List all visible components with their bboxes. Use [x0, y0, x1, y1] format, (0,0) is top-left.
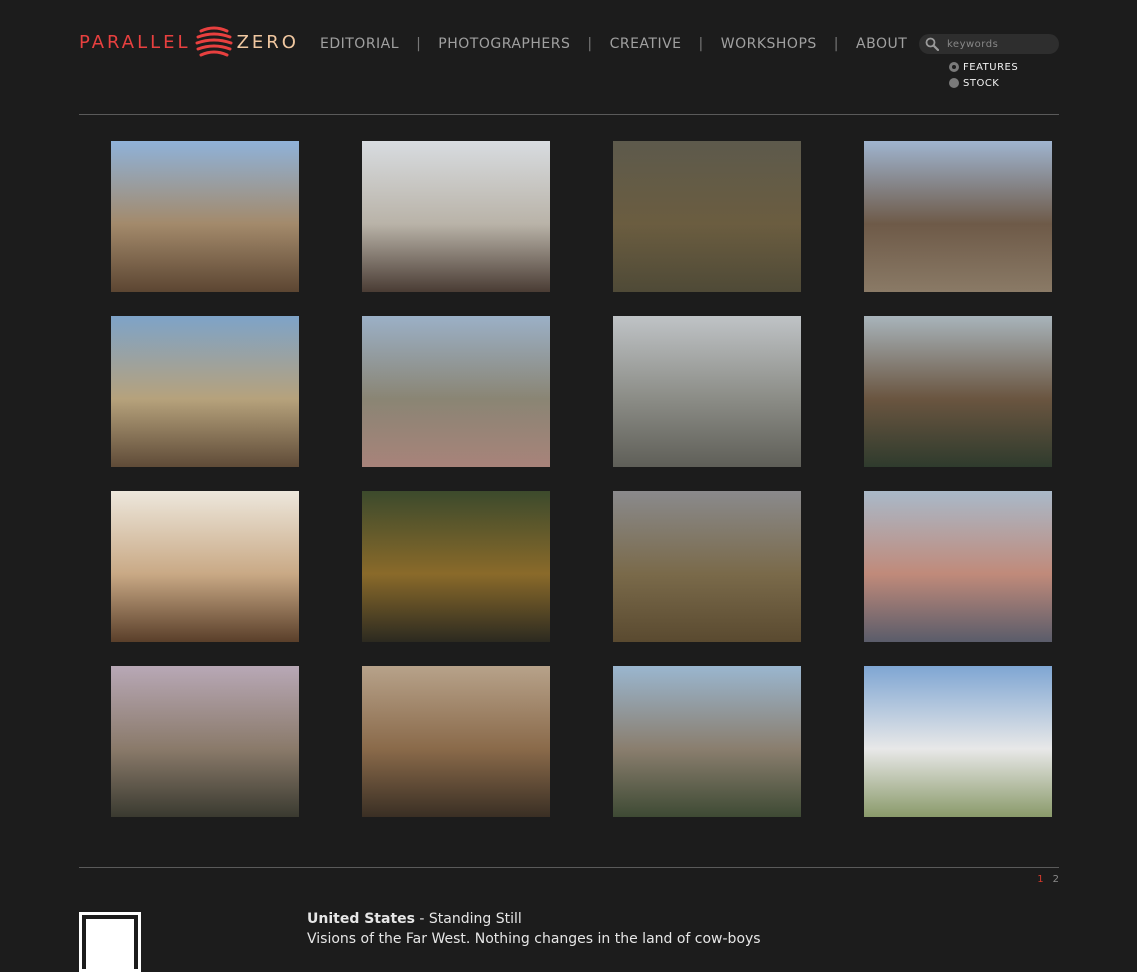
logo-text-right: ZERO — [236, 31, 299, 53]
feature-subtitle: Standing Still — [428, 911, 522, 927]
thumb-mountain-cabin[interactable] — [110, 141, 299, 292]
thumb-skatepark[interactable] — [361, 316, 550, 467]
thumb-pine-forest[interactable] — [612, 141, 801, 292]
search-box — [919, 34, 1059, 54]
thumb-roadside-shop[interactable] — [863, 141, 1052, 292]
grid-cell — [79, 316, 330, 491]
thumb-drive-in[interactable] — [110, 666, 299, 817]
grid-cell — [330, 316, 581, 491]
grid-cell — [330, 491, 581, 666]
page-current[interactable]: 1 — [1037, 874, 1043, 885]
grid-cell — [330, 666, 581, 841]
nav-creative[interactable]: CREATIVE — [610, 36, 682, 52]
feature-description: Visions of the Far West. Nothing changes… — [307, 931, 761, 947]
grid-cell — [832, 141, 1083, 316]
grid-cell — [330, 141, 581, 316]
logo[interactable]: PARALLEL ZERO — [79, 22, 299, 62]
thumb-prairie-dusk[interactable] — [612, 491, 801, 642]
feature-thumbnail[interactable] — [79, 912, 141, 972]
radio-stock[interactable]: STOCK — [949, 75, 1018, 91]
thumb-hillside-town[interactable] — [612, 666, 801, 817]
nav-about[interactable]: ABOUT — [856, 36, 907, 52]
footer-divider — [79, 867, 1059, 868]
grid-cell — [832, 316, 1083, 491]
photo-grid — [79, 141, 1059, 841]
thumb-man-with-photo[interactable] — [110, 491, 299, 642]
thumb-mountain-valley[interactable] — [863, 316, 1052, 467]
grid-cell — [581, 666, 832, 841]
nav-divider: | — [416, 36, 422, 52]
thumb-diner[interactable] — [361, 666, 550, 817]
pagination: 1 2 — [1037, 874, 1059, 885]
feature-separator: - — [414, 911, 429, 927]
nav-editorial[interactable]: EDITORIAL — [320, 36, 399, 52]
thumb-grandstand[interactable] — [612, 316, 801, 467]
grid-cell — [581, 316, 832, 491]
radio-features[interactable]: FEATURES — [949, 59, 1018, 75]
wave-globe-icon — [195, 26, 233, 57]
thumb-airshow-crowd[interactable] — [863, 491, 1052, 642]
feature-title[interactable]: United States — [307, 911, 415, 927]
thumb-cafe-interior[interactable] — [361, 141, 550, 292]
grid-cell — [581, 491, 832, 666]
nav-divider: | — [833, 36, 840, 52]
search-icon[interactable] — [925, 37, 939, 51]
grid-cell — [832, 491, 1083, 666]
grid-cell — [79, 666, 330, 841]
grid-cell — [79, 491, 330, 666]
search-input[interactable] — [945, 37, 1054, 51]
main-nav: EDITORIAL | PHOTOGRAPHERS | CREATIVE | W… — [320, 36, 907, 52]
nav-divider: | — [698, 36, 704, 52]
feature-info: United States - Standing Still Visions o… — [307, 909, 761, 949]
grid-cell — [79, 141, 330, 316]
grid-cell — [581, 141, 832, 316]
logo-text-left: PARALLEL — [79, 31, 191, 53]
nav-divider: | — [587, 36, 593, 52]
nav-workshops[interactable]: WORKSHOPS — [721, 36, 817, 52]
nav-photographers[interactable]: PHOTOGRAPHERS — [438, 36, 570, 52]
grid-cell — [832, 666, 1083, 841]
thumb-flag-autumn[interactable] — [361, 491, 550, 642]
header-divider — [79, 114, 1059, 115]
radio-stock-label: STOCK — [963, 77, 1000, 89]
radio-selected-icon[interactable] — [949, 62, 959, 72]
page-next[interactable]: 2 — [1053, 874, 1059, 885]
radio-unselected-icon[interactable] — [949, 78, 959, 88]
radio-features-label: FEATURES — [963, 61, 1019, 73]
thumb-desert-town[interactable] — [110, 316, 299, 467]
search-scope: FEATURES STOCK — [949, 59, 1018, 91]
thumb-water-tower[interactable] — [863, 666, 1052, 817]
